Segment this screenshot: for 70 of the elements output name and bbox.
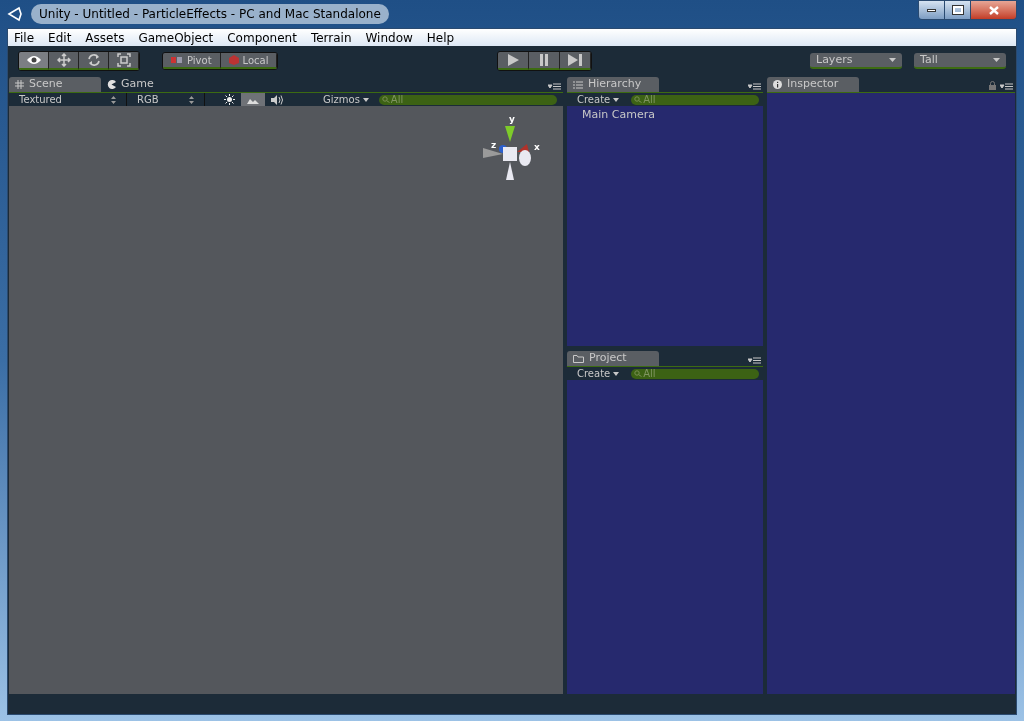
sun-icon	[223, 94, 235, 105]
caret-icon	[993, 58, 1000, 62]
tool-button[interactable]	[79, 52, 109, 70]
toggle-button[interactable]	[241, 92, 265, 107]
menu-item[interactable]: Component	[227, 28, 297, 47]
panel-tab[interactable]: Inspector	[767, 77, 859, 92]
menu-item[interactable]: File	[14, 28, 35, 47]
layers-dropdown[interactable]: Layers	[810, 53, 902, 69]
caret-icon	[889, 58, 896, 62]
panel-menu-icon[interactable]	[548, 83, 561, 90]
updown-arrows-icon	[111, 95, 116, 104]
layout-dropdown[interactable]: Tall	[914, 53, 1006, 69]
pivot-icon	[171, 56, 183, 64]
panel-tab[interactable]: Game	[101, 77, 193, 92]
menu-item[interactable]: Edit	[48, 28, 72, 47]
play-button[interactable]	[497, 52, 529, 70]
pause-button[interactable]	[528, 52, 560, 70]
tool-button[interactable]	[49, 52, 79, 70]
menu-item[interactable]: Terrain	[310, 28, 352, 47]
pivot-button[interactable]: Pivot	[163, 53, 221, 69]
rotate-icon	[86, 53, 101, 67]
panel-menu-icon[interactable]	[748, 83, 761, 90]
menu-item[interactable]: Window	[365, 28, 413, 47]
gizmos-dropdown[interactable]: Gizmos	[323, 92, 369, 107]
app-logo-icon	[7, 6, 23, 22]
tool-button[interactable]	[19, 52, 49, 70]
panel-tab[interactable]: Scene	[9, 77, 101, 92]
pacman-icon	[107, 80, 116, 89]
pause-icon	[538, 54, 549, 66]
list-icon	[573, 80, 583, 89]
updown-arrows-icon	[189, 95, 194, 104]
search-field[interactable]: All	[631, 368, 759, 379]
move-icon	[56, 53, 71, 67]
caret-icon	[613, 97, 620, 102]
grid-icon	[15, 80, 24, 89]
menu-item[interactable]: GameObject	[138, 28, 214, 47]
minimize-button[interactable]	[919, 1, 945, 19]
search-icon	[634, 96, 643, 103]
scene-gizmo-drawing[interactable]: y z x	[481, 114, 543, 182]
step-icon	[567, 54, 582, 66]
search-icon	[634, 370, 643, 377]
panel-menu-icon[interactable]	[748, 357, 761, 364]
panel-menu-icon[interactable]	[1000, 83, 1013, 90]
search-field[interactable]: All	[378, 94, 557, 105]
panel-tab[interactable]: Hierarchy	[567, 77, 659, 92]
folder-icon	[573, 354, 584, 363]
close-icon	[988, 5, 999, 15]
play-icon	[506, 54, 519, 66]
search-icon	[381, 96, 390, 103]
step-button[interactable]	[559, 52, 591, 70]
lock-icon[interactable]	[989, 81, 996, 90]
search-field[interactable]: All	[631, 94, 759, 105]
eye-icon	[25, 55, 42, 65]
close-button[interactable]	[971, 1, 1016, 19]
hierarchy-item[interactable]: Main Camera	[582, 108, 655, 122]
cube-icon	[228, 55, 239, 65]
scale-icon	[116, 53, 131, 67]
menu-item[interactable]: Assets	[85, 28, 125, 47]
caret-icon	[613, 371, 620, 376]
window-title: Unity - Untitled - ParticleEffects - PC and Mac Standalone	[31, 4, 389, 24]
speaker-icon	[271, 94, 283, 105]
info-icon	[773, 80, 782, 89]
create-dropdown[interactable]: Create	[571, 366, 626, 381]
maximize-button[interactable]	[945, 1, 971, 19]
create-dropdown[interactable]: Create	[571, 92, 626, 107]
menu-item[interactable]: Help	[426, 28, 455, 47]
tool-button[interactable]	[109, 52, 139, 70]
panel-tab[interactable]: Project	[567, 351, 659, 366]
local-button[interactable]: Local	[220, 53, 278, 69]
caret-icon	[362, 97, 369, 102]
